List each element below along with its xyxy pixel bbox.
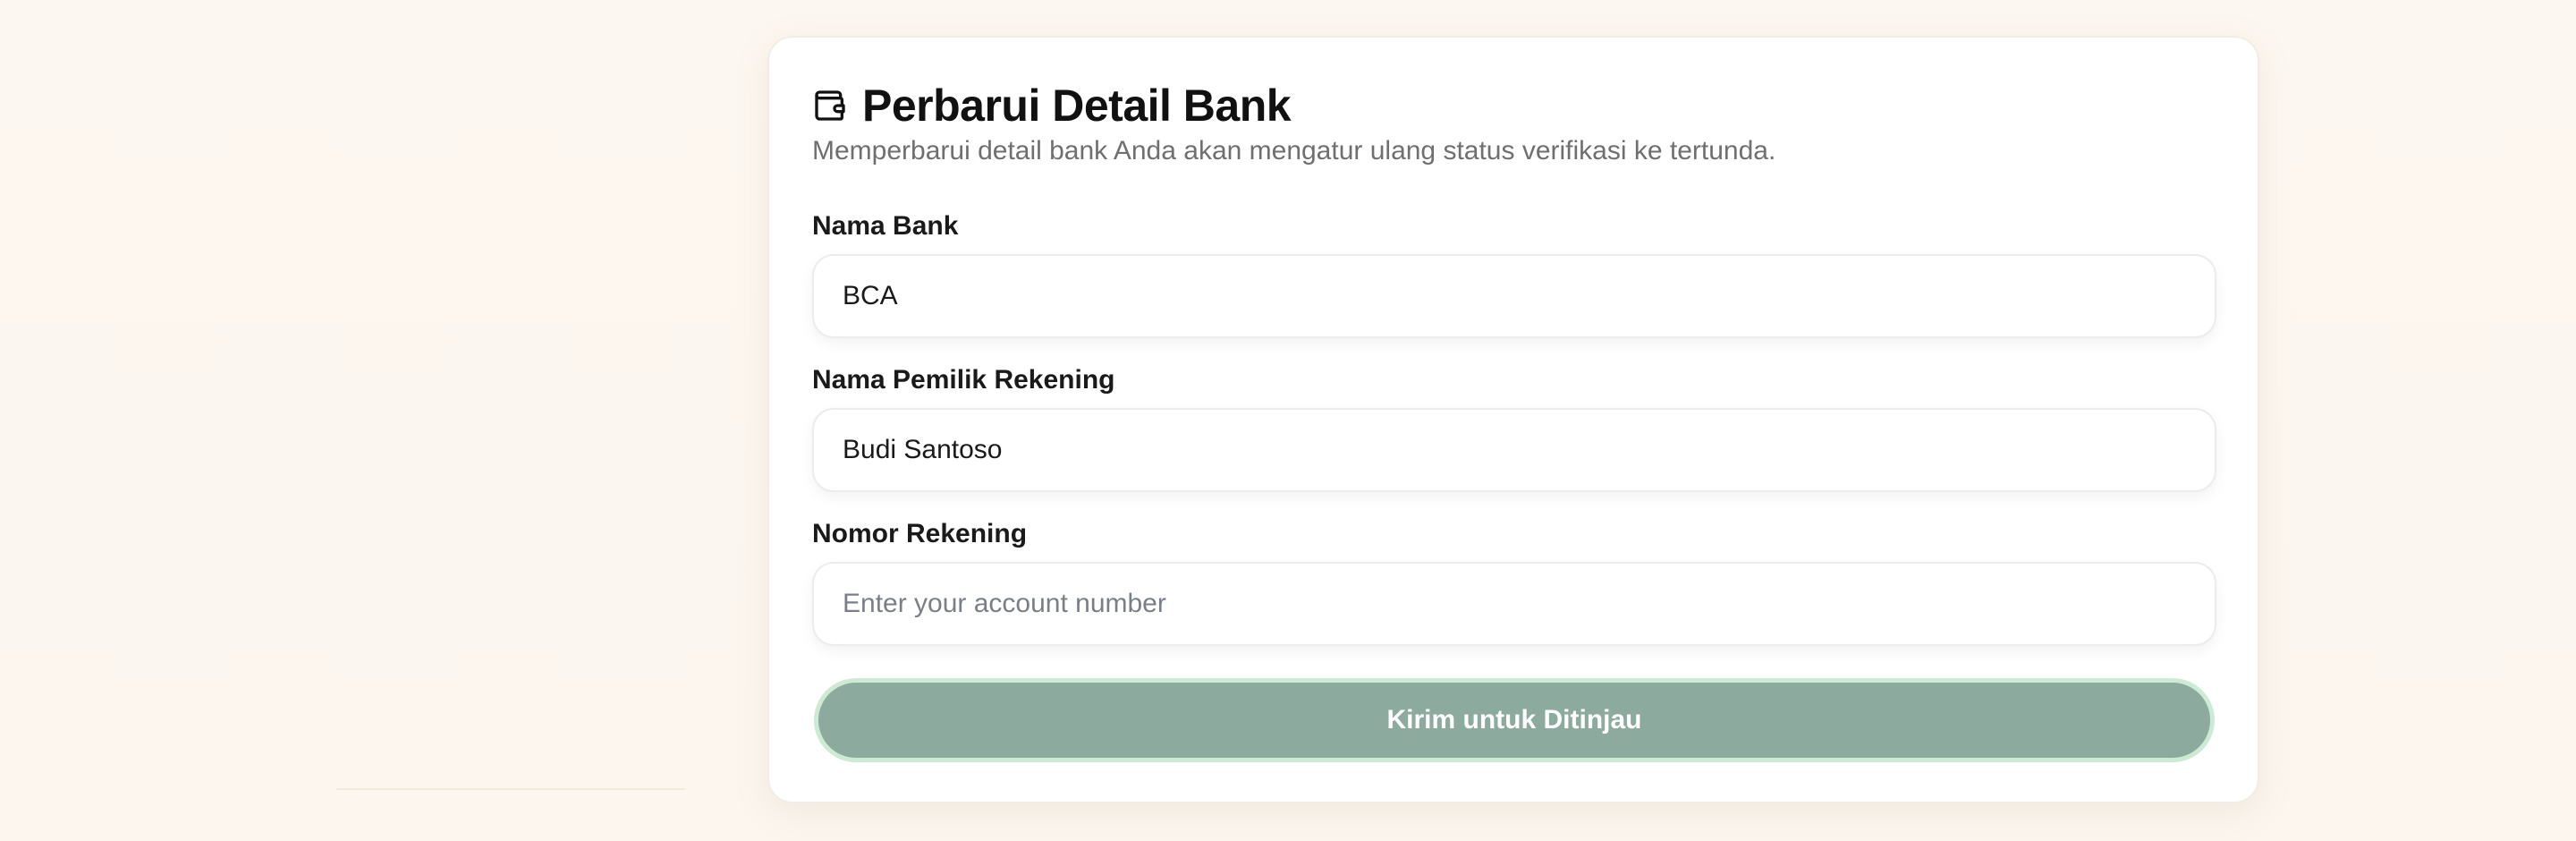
page-title: Perbarui Detail Bank: [862, 81, 1292, 131]
account-number-label: Nomor Rekening: [812, 519, 1028, 548]
account-holder-label: Nama Pemilik Rekening: [812, 365, 1115, 395]
form-description: Memperbarui detail bank Anda akan mengat…: [812, 136, 1776, 166]
bank-details-card: Perbarui Detail Bank Memperbarui detail …: [767, 36, 2259, 803]
bank-name-label: Nama Bank: [812, 211, 959, 241]
sidebar-divider: [336, 788, 685, 790]
account-number-input[interactable]: [812, 562, 2216, 646]
page: Perbarui Detail Bank Memperbarui detail …: [0, 0, 2576, 841]
wallet-icon: [812, 88, 848, 123]
card-header: Perbarui Detail Bank: [812, 77, 1292, 134]
bank-name-input[interactable]: [812, 254, 2216, 338]
submit-for-review-button[interactable]: Kirim untuk Ditinjau: [814, 678, 2215, 762]
account-holder-input[interactable]: [812, 408, 2216, 492]
